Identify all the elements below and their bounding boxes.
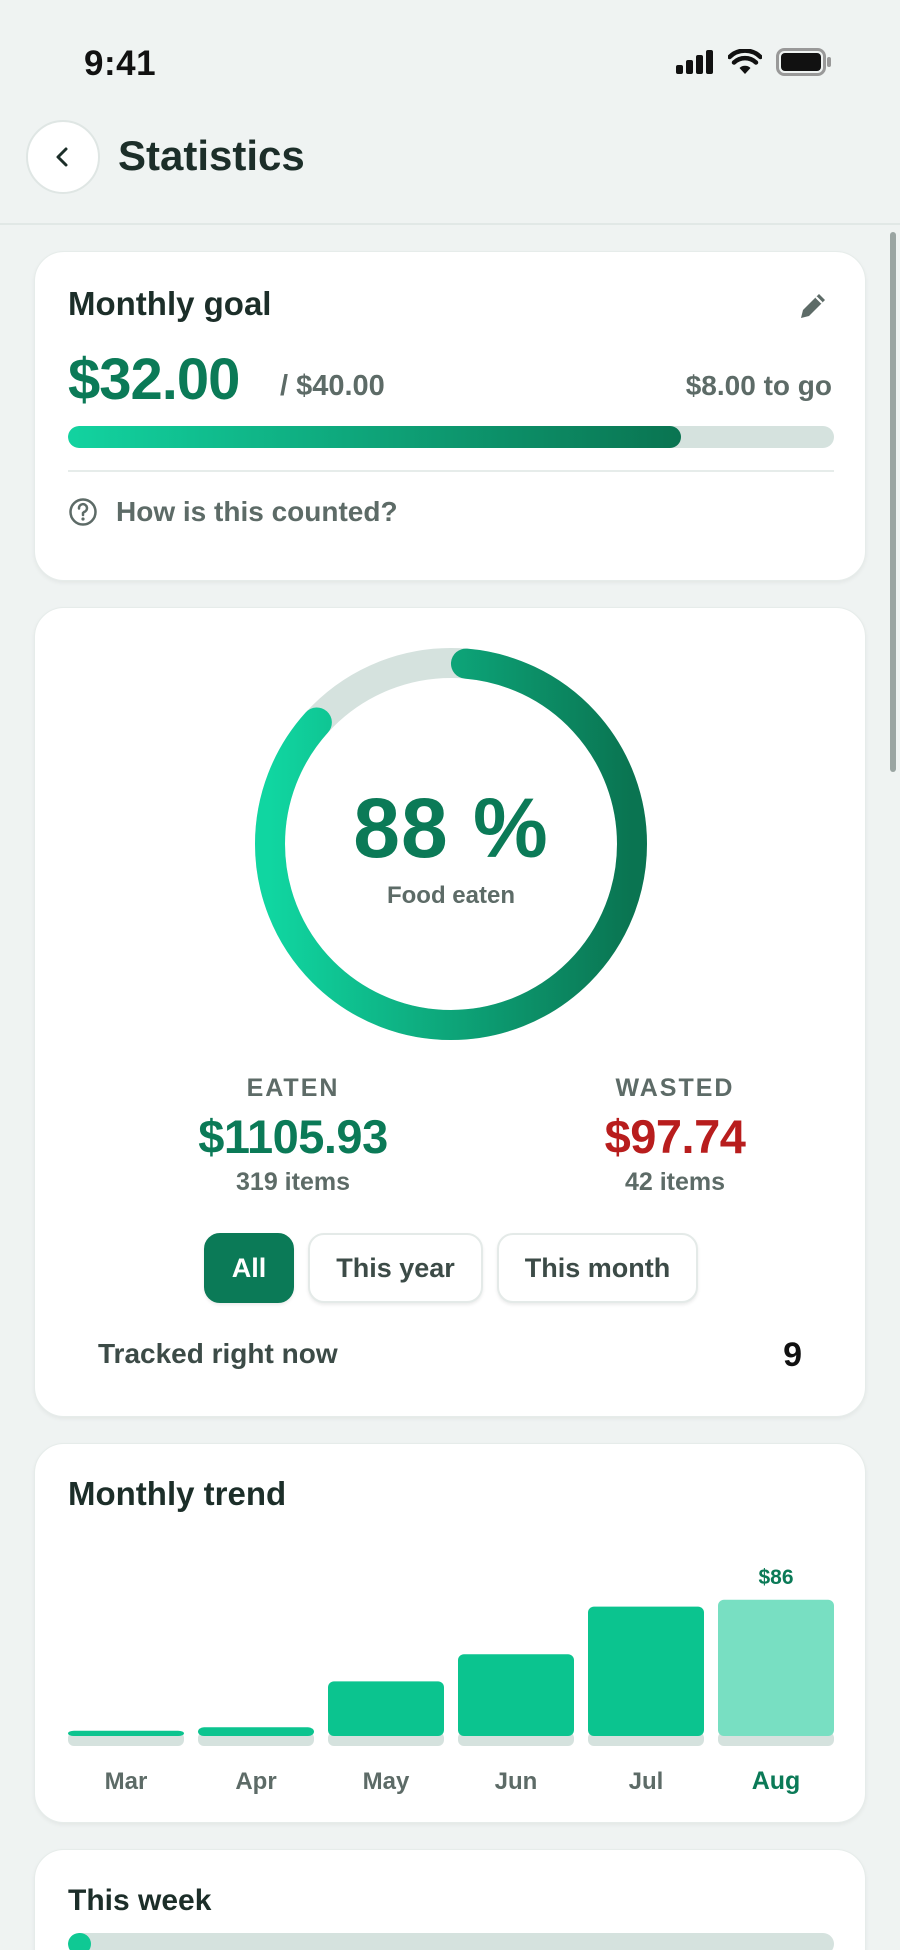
filter-all[interactable]: All xyxy=(203,1233,295,1303)
goal-remaining: $8.00 to go xyxy=(685,370,832,401)
eaten-stat: EATEN $1105.93 319 items xyxy=(143,1074,443,1197)
tick-label-may: May xyxy=(363,1768,410,1795)
bar-jun[interactable] xyxy=(458,1654,574,1736)
bar-jul[interactable] xyxy=(588,1606,704,1736)
edit-goal-button[interactable] xyxy=(795,288,831,324)
eaten-count: 319 items xyxy=(236,1168,350,1196)
divider xyxy=(68,470,834,472)
goal-progress-bar xyxy=(68,426,834,448)
how-counted-link[interactable]: How is this counted? xyxy=(68,496,398,528)
data-label-aug: $86 xyxy=(758,1566,793,1589)
filter-this-year[interactable]: This year xyxy=(308,1233,483,1303)
tick-label-aug: Aug xyxy=(752,1767,801,1795)
bar-apr[interactable] xyxy=(198,1727,314,1736)
tick-label-mar: Mar xyxy=(105,1768,148,1795)
bar-may[interactable] xyxy=(328,1681,444,1736)
back-button[interactable] xyxy=(26,120,100,194)
status-time: 9:41 xyxy=(84,44,157,83)
how-counted-text: How is this counted? xyxy=(116,496,398,527)
app-header: Statistics xyxy=(0,112,900,225)
food-eaten-caption: Food eaten xyxy=(386,882,515,909)
wifi-icon xyxy=(728,49,762,74)
filter-this-month[interactable]: This month xyxy=(496,1233,699,1303)
eaten-value: $1105.93 xyxy=(198,1110,388,1163)
wasted-label: WASTED xyxy=(615,1074,735,1102)
tick-label-jun: Jun xyxy=(495,1768,538,1795)
battery-icon xyxy=(776,48,831,76)
cellular-signal-icon xyxy=(676,50,713,74)
goal-total-amount: / $40.00 xyxy=(280,370,385,402)
eaten-label: EATEN xyxy=(246,1074,340,1102)
goal-spent-amount: $32.00 xyxy=(68,347,240,412)
tick-label-jul: Jul xyxy=(629,1768,664,1795)
scrollbar[interactable] xyxy=(890,232,896,772)
week-progress-fill xyxy=(68,1933,91,1950)
status-icons xyxy=(676,48,832,76)
tick-label-apr: Apr xyxy=(235,1768,276,1795)
food-eaten-percent: 88 % xyxy=(353,781,549,875)
period-filters: All This year This month xyxy=(35,1233,867,1303)
monthly-trend-card: Mar Apr May Jun Jul Aug $86 Monthly trend xyxy=(34,1443,866,1823)
goal-progress-fill xyxy=(68,426,681,448)
wasted-stat: WASTED $97.74 42 items xyxy=(525,1074,825,1197)
week-progress-bar xyxy=(68,1933,834,1950)
pencil-icon xyxy=(801,294,825,318)
week-title: This week xyxy=(68,1884,212,1917)
tracked-value: 9 xyxy=(783,1336,802,1374)
goal-title: Monthly goal xyxy=(68,285,272,322)
bar-mar[interactable] xyxy=(68,1730,184,1736)
bar-aug[interactable] xyxy=(718,1599,834,1736)
status-bar: 9:41 xyxy=(0,0,900,112)
this-week-card: This week xyxy=(34,1849,866,1950)
food-eaten-donut: 88 % Food eaten xyxy=(253,646,649,1042)
wasted-value: $97.74 xyxy=(604,1110,746,1163)
tracked-label: Tracked right now xyxy=(98,1338,338,1369)
page-title: Statistics xyxy=(118,132,305,179)
monthly-goal-card: Monthly goal $32.00 / $40.00 $8.00 to go… xyxy=(34,251,866,581)
help-circle-icon xyxy=(69,498,97,526)
trend-title: Monthly trend xyxy=(68,1475,287,1512)
food-ratio-card: 88 % Food eaten EATEN $1105.93 319 items… xyxy=(34,607,866,1417)
chevron-left-icon xyxy=(56,147,68,167)
wasted-count: 42 items xyxy=(624,1168,726,1196)
